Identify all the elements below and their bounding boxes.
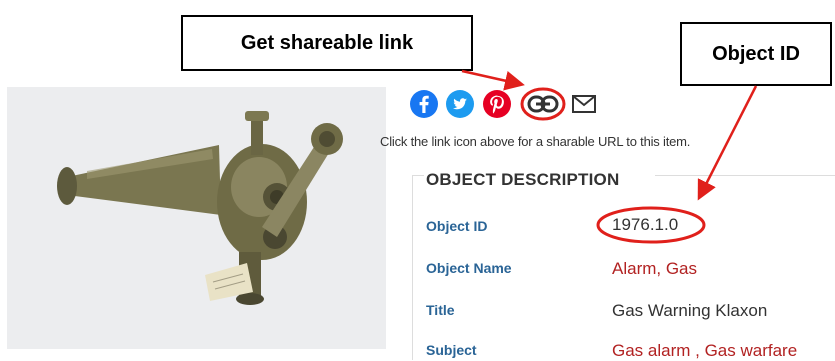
link-callout-arrow <box>461 69 525 91</box>
shareable-link-callout: Get shareable link <box>181 15 473 71</box>
object-name-value[interactable]: Alarm, Gas <box>612 259 697 279</box>
section-border <box>655 175 835 176</box>
object-id-callout: Object ID <box>680 22 832 86</box>
mail-icon[interactable] <box>571 93 597 117</box>
pinterest-icon[interactable] <box>483 90 511 118</box>
object-id-label: Object ID <box>426 218 488 234</box>
link-icon[interactable] <box>523 90 563 118</box>
section-border <box>412 175 413 360</box>
share-hint-text: Click the link icon above for a sharable… <box>380 134 691 149</box>
klaxon-image <box>57 111 343 305</box>
object-description-header: OBJECT DESCRIPTION <box>426 170 620 189</box>
object-id-value: 1976.1.0 <box>612 215 679 234</box>
title-label: Title <box>426 302 455 318</box>
subject-value[interactable]: Gas alarm , Gas warfare <box>612 341 797 361</box>
section-border <box>412 175 424 176</box>
objectid-callout-arrow <box>697 85 758 201</box>
object-name-label: Object Name <box>426 260 512 276</box>
twitter-icon[interactable] <box>446 90 474 118</box>
facebook-icon[interactable] <box>410 90 438 118</box>
title-value: Gas Warning Klaxon <box>612 301 768 320</box>
object-photo[interactable] <box>7 87 386 349</box>
subject-label: Subject <box>426 342 477 358</box>
